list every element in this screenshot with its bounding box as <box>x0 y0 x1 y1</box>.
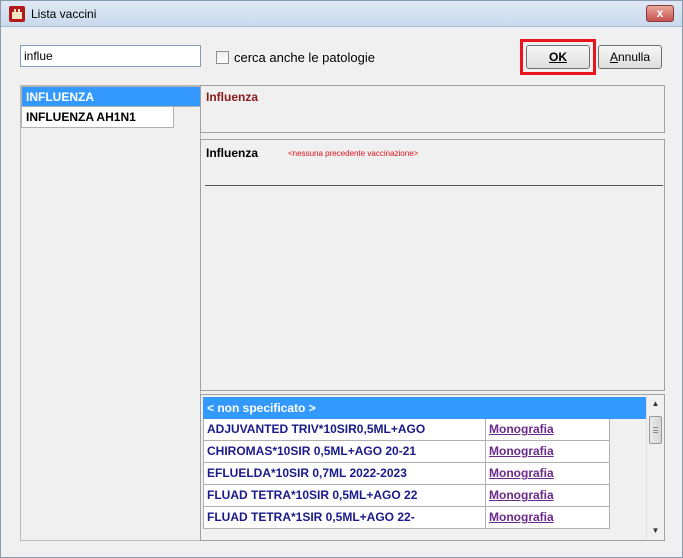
arrow-up-icon[interactable]: ▲ <box>647 396 664 412</box>
vaccine-name: Influenza <box>206 146 259 160</box>
monografia-link[interactable]: Monografia <box>486 507 610 529</box>
product-name-cell: FLUAD TETRA*1SIR 0,5ML+AGO 22- <box>203 507 486 529</box>
vaccination-history-panel: Influenza <nessuna precedente vaccinazio… <box>200 139 665 391</box>
monografia-link[interactable]: Monografia <box>486 463 610 485</box>
vaccine-list[interactable]: INFLUENZA INFLUENZA AH1N1 <box>20 85 201 541</box>
monografia-link[interactable]: Monografia <box>486 485 610 507</box>
divider <box>205 185 663 186</box>
title-bar: Lista vaccini x <box>1 1 682 27</box>
vertical-scrollbar[interactable]: ▲ ▼ <box>646 396 663 539</box>
cancel-button[interactable]: Annulla <box>598 45 662 69</box>
product-name-cell: ADJUVANTED TRIV*10SIR0,5ML+AGO <box>203 419 486 441</box>
search-pathologies-checkbox[interactable] <box>216 51 229 64</box>
vaccine-list-window: Lista vaccini x cerca anche le patologie… <box>0 0 683 558</box>
detail-header-title: Influenza <box>206 90 259 104</box>
monografia-link[interactable]: Monografia <box>486 441 610 463</box>
grip-icon <box>653 427 658 433</box>
product-name-cell: CHIROMAS*10SIR 0,5ML+AGO 20-21 <box>203 441 486 463</box>
table-row[interactable]: FLUAD TETRA*10SIR 0,5ML+AGO 22 Monografi… <box>203 485 610 507</box>
product-name-cell: EFLUELDA*10SIR 0,7ML 2022-2023 <box>203 463 486 485</box>
table-row[interactable]: CHIROMAS*10SIR 0,5ML+AGO 20-21 Monografi… <box>203 441 610 463</box>
monografia-link[interactable]: Monografia <box>486 419 610 441</box>
search-input[interactable] <box>20 45 201 67</box>
vaccine-list-item[interactable]: INFLUENZA AH1N1 <box>21 107 174 128</box>
detail-header-panel: Influenza <box>200 85 665 133</box>
product-name-cell: < non specificato > <box>203 397 486 419</box>
scrollbar-thumb[interactable] <box>649 416 662 444</box>
product-name-cell: FLUAD TETRA*10SIR 0,5ML+AGO 22 <box>203 485 486 507</box>
header-fill <box>610 397 648 419</box>
window-title: Lista vaccini <box>31 7 97 21</box>
cancel-button-mnemonic: A <box>609 50 618 64</box>
close-button[interactable]: x <box>646 5 674 22</box>
search-pathologies-option[interactable]: cerca anche le patologie <box>216 50 375 65</box>
ok-button[interactable]: OK <box>526 45 590 69</box>
table-row[interactable]: EFLUELDA*10SIR 0,7ML 2022-2023 Monografi… <box>203 463 610 485</box>
products-table[interactable]: < non specificato > ADJUVANTED TRIV*10SI… <box>200 394 665 541</box>
arrow-down-icon[interactable]: ▼ <box>647 523 664 539</box>
vaccine-list-item[interactable]: INFLUENZA <box>21 86 201 107</box>
table-row[interactable]: < non specificato > <box>203 397 648 419</box>
search-pathologies-label: cerca anche le patologie <box>234 50 375 65</box>
product-link-cell <box>486 397 610 419</box>
castle-icon <box>9 6 25 22</box>
table-row[interactable]: FLUAD TETRA*1SIR 0,5ML+AGO 22- Monografi… <box>203 507 610 529</box>
table-row[interactable]: ADJUVANTED TRIV*10SIR0,5ML+AGO Monografi… <box>203 419 610 441</box>
vaccination-note: <nessuna precedente vaccinazione> <box>288 149 419 158</box>
cancel-button-label: nnulla <box>617 50 651 64</box>
